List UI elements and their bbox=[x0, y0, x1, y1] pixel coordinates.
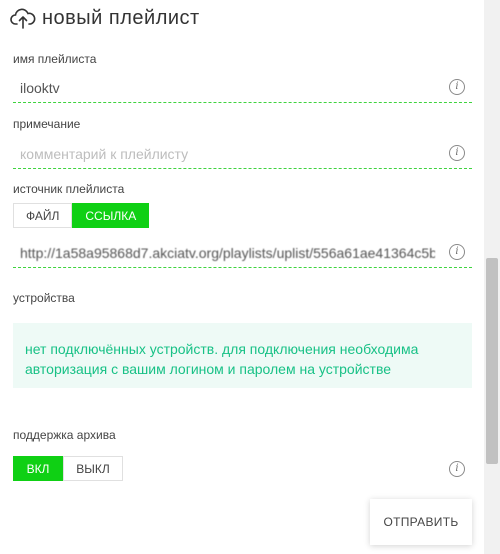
source-link-button[interactable]: ССЫЛКА bbox=[72, 203, 150, 228]
info-icon[interactable]: i bbox=[449, 145, 465, 161]
scrollbar-thumb[interactable] bbox=[486, 258, 498, 464]
playlist-name-input[interactable] bbox=[20, 76, 435, 100]
devices-label: устройства bbox=[13, 291, 75, 305]
devices-notice: нет подключённых устройств. для подключе… bbox=[13, 323, 472, 388]
info-icon[interactable]: i bbox=[449, 461, 465, 477]
source-file-button[interactable]: ФАЙЛ bbox=[13, 203, 73, 228]
new-playlist-panel: новый плейлист имя плейлиста i примечани… bbox=[0, 0, 484, 554]
cloud-upload-icon bbox=[10, 7, 36, 29]
source-toggle: ФАЙЛ ССЫЛКА bbox=[13, 203, 150, 228]
playlist-name-label: имя плейлиста bbox=[13, 52, 97, 66]
note-label: примечание bbox=[13, 117, 81, 131]
source-label: источник плейлиста bbox=[13, 182, 125, 196]
source-url-input[interactable] bbox=[20, 241, 435, 265]
info-icon[interactable]: i bbox=[449, 79, 465, 95]
info-icon[interactable]: i bbox=[449, 244, 465, 260]
submit-button[interactable]: ОТПРАВИТЬ bbox=[370, 499, 472, 545]
note-input[interactable] bbox=[20, 142, 435, 166]
panel-header: новый плейлист bbox=[10, 4, 200, 32]
playlist-name-field: i bbox=[13, 76, 472, 103]
page-title: новый плейлист bbox=[42, 6, 200, 29]
archive-label: поддержка архива bbox=[13, 428, 116, 442]
note-field: i bbox=[13, 142, 472, 169]
archive-info-row: i bbox=[13, 458, 472, 478]
source-url-field: i bbox=[13, 241, 472, 268]
